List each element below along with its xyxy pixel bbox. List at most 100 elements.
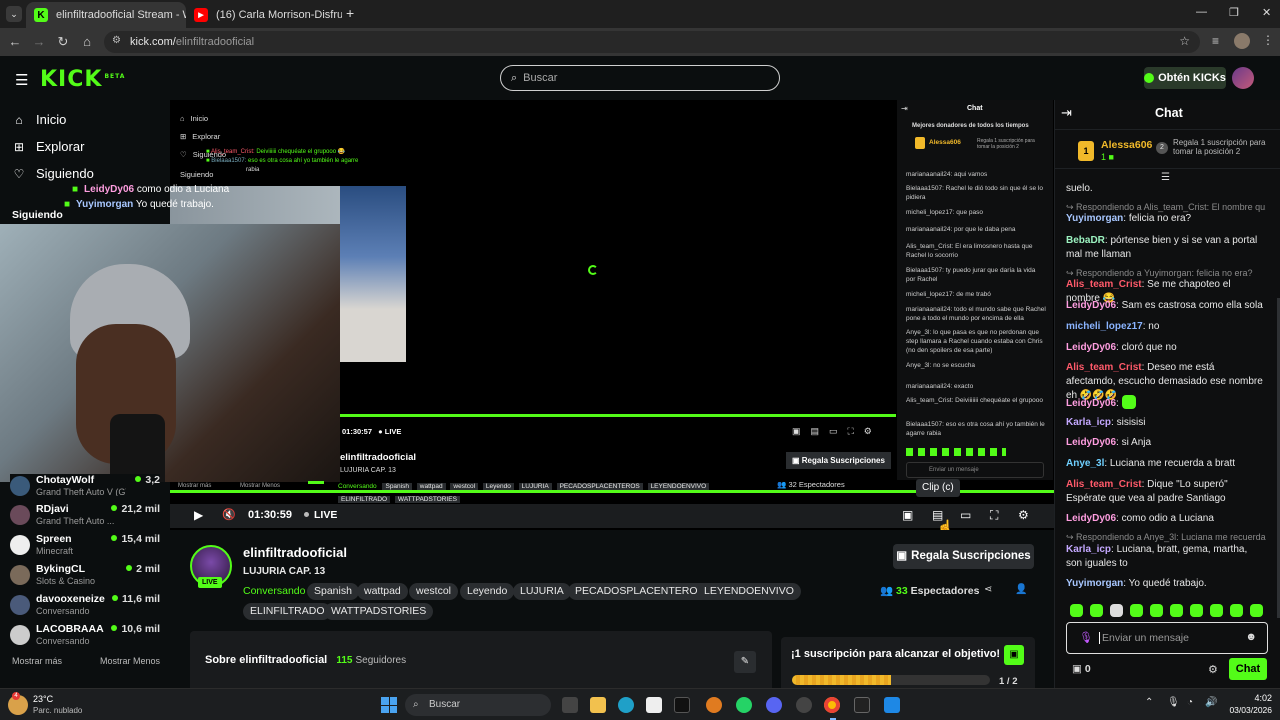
emote-icon[interactable] (1210, 604, 1223, 617)
windows-start-icon[interactable] (381, 697, 397, 713)
channel-name[interactable]: elinfiltradooficial (243, 545, 347, 560)
overlay-chat-line: ■ LeidyDy06 como odio a Luciana (72, 184, 230, 195)
tag[interactable]: PECADOSPLACENTEROS (568, 583, 712, 600)
kicks-balance[interactable]: ▣ 0 (1072, 663, 1091, 675)
emoji-icon[interactable]: ☻ (1245, 631, 1257, 643)
get-kicks-button[interactable]: Obtén KICKs (1144, 67, 1226, 89)
emote-icon[interactable] (1150, 604, 1163, 617)
chat-settings-icon[interactable]: ⚙ (1208, 663, 1218, 676)
tag[interactable]: LEYENDOENVIVO (697, 583, 801, 600)
emote-icon[interactable] (1130, 604, 1143, 617)
chat-message: LeidyDy06: como odio a Luciana (1066, 513, 1214, 524)
share-icon[interactable]: ⋖ (984, 584, 992, 595)
new-tab-button[interactable]: + (346, 5, 354, 21)
emote-icon[interactable] (1170, 604, 1183, 617)
clock-date[interactable]: 03/03/2026 (1222, 705, 1272, 715)
theater-mode-icon[interactable]: ▣ (902, 508, 913, 522)
close-window-icon[interactable]: ✕ (1262, 6, 1271, 19)
chat-message: LeidyDy06: Sam es castrosa como ella sol… (1066, 300, 1263, 311)
emote-icon[interactable] (1230, 604, 1243, 617)
tab-kick[interactable]: K elinfiltradooficial Stream - Watc ✕ (26, 2, 186, 28)
show-more-link[interactable]: Mostrar más (12, 656, 62, 666)
fullscreen-icon[interactable]: ⛶ (990, 508, 998, 523)
emote-icon[interactable] (1250, 604, 1263, 617)
channel-avatar (10, 476, 30, 496)
back-icon[interactable]: ← (3, 34, 27, 49)
channel-item[interactable]: LACOBRAAA Conversando 10,6 mil (10, 623, 160, 651)
chat-input[interactable]: 🎙 Enviar un mensaje ☻ (1066, 622, 1268, 654)
file-explorer-icon[interactable] (590, 697, 606, 713)
app-icon[interactable] (646, 697, 662, 713)
tab-list-button[interactable]: ⌄ (6, 6, 22, 22)
tag[interactable]: WATTPADSTORIES (324, 603, 434, 620)
tag[interactable]: wattpad (357, 583, 408, 600)
nav-item-explorar[interactable]: ⊞ Explorar (12, 139, 84, 154)
show-less-link[interactable]: Mostrar Menos (100, 656, 160, 666)
firefox-icon[interactable] (706, 697, 722, 713)
send-chat-button[interactable]: Chat (1229, 658, 1267, 680)
edit-icon[interactable]: ✎ (734, 651, 756, 673)
gift-subs-button[interactable]: ▣ Regala Suscripciones (893, 544, 1034, 569)
reload-icon[interactable]: ↻ (51, 34, 75, 50)
settings-icon[interactable]: ⚙ (1018, 508, 1029, 522)
user-avatar[interactable] (1232, 67, 1254, 89)
home-icon[interactable]: ⌂ (75, 34, 99, 49)
task-view-icon[interactable] (562, 697, 578, 713)
mini-player-icon[interactable]: ▭ (960, 508, 971, 522)
forward-icon[interactable]: → (27, 34, 51, 49)
kick-logo[interactable]: KICK BETA (40, 67, 125, 92)
app-icon[interactable] (884, 697, 900, 713)
site-info-icon[interactable]: ⚙ (112, 35, 121, 46)
taskbar-search[interactable]: ⌕ Buscar (405, 694, 551, 716)
network-icon[interactable]: ◔ (1187, 697, 1193, 708)
reading-list-icon[interactable]: ≡ (1212, 34, 1219, 48)
microphone-icon[interactable]: 🎙 (1079, 631, 1093, 644)
profile-avatar[interactable] (1234, 33, 1250, 49)
obs-icon[interactable] (796, 697, 812, 713)
nav-item-siguiendo[interactable]: ♡ Siguiendo (12, 166, 94, 181)
volume-icon[interactable]: 🔊 (1205, 697, 1217, 708)
emote-icon[interactable] (1070, 604, 1083, 617)
channel-item[interactable]: BykingCL Slots & Casino 2 mil (10, 563, 160, 591)
clock-time[interactable]: 4:02 (1222, 693, 1272, 703)
follow-user-icon[interactable]: 👤 (1015, 584, 1027, 595)
viewer-count: 👥 33 Espectadores (880, 585, 980, 597)
restore-icon[interactable]: ❐ (1229, 6, 1239, 19)
tag[interactable]: Spanish (307, 583, 359, 600)
clip-tooltip: Clip (c) (916, 479, 960, 497)
chrome-icon[interactable] (824, 697, 840, 713)
nav-item-inicio[interactable]: ⌂ Inicio (12, 112, 66, 127)
mic-tray-icon[interactable]: 🎙 (1167, 697, 1180, 708)
url-field[interactable]: ⚙ kick.com/elinfiltradooficial ☆ (104, 31, 1200, 53)
channel-item[interactable]: davooxeneize Conversando 11,6 mil (10, 593, 160, 621)
goal-gift-icon[interactable]: ▣ (1004, 645, 1024, 665)
tag[interactable]: LUJURIA (513, 583, 571, 600)
tray-chevron-icon[interactable]: ⌃ (1145, 697, 1153, 708)
discord-icon[interactable] (766, 697, 782, 713)
channel-avatar (10, 565, 30, 585)
tag[interactable]: westcol (409, 583, 459, 600)
emote-icon[interactable] (1110, 604, 1123, 617)
capcut-icon[interactable] (674, 697, 690, 713)
emote-icon[interactable] (1190, 604, 1203, 617)
play-icon[interactable]: ▶ (194, 508, 203, 522)
minimize-icon[interactable]: — (1196, 6, 1207, 18)
browser-menu-icon[interactable]: ⋮ (1262, 33, 1274, 47)
inner-progress-bar (340, 414, 896, 417)
tag[interactable]: ELINFILTRADO (243, 603, 332, 620)
search-input[interactable]: ⌕ Buscar (500, 65, 780, 91)
tab-youtube[interactable]: ▶ (16) Carla Morrison-Disfruto Tr ✕ (186, 2, 342, 28)
channel-item[interactable]: ChotayWolf Grand Theft Auto V (GTA) 3,2 (10, 474, 160, 496)
collapse-chat-icon[interactable]: ⇥ (1061, 105, 1072, 121)
channel-item[interactable]: RDjavi Grand Theft Auto ... 21,2 mil (10, 503, 160, 531)
edge-icon[interactable] (618, 697, 634, 713)
epic-games-icon[interactable] (854, 697, 870, 713)
bookmark-star-icon[interactable]: ☆ (1179, 34, 1190, 48)
stream-category[interactable]: Conversando (243, 585, 305, 597)
tag[interactable]: Leyendo (460, 583, 515, 600)
whatsapp-icon[interactable] (736, 697, 752, 713)
menu-icon[interactable]: ☰ (15, 71, 28, 89)
mute-icon[interactable]: 🔇 (222, 508, 236, 521)
channel-item[interactable]: Spreen Minecraft 15,4 mil (10, 533, 160, 561)
emote-icon[interactable] (1090, 604, 1103, 617)
